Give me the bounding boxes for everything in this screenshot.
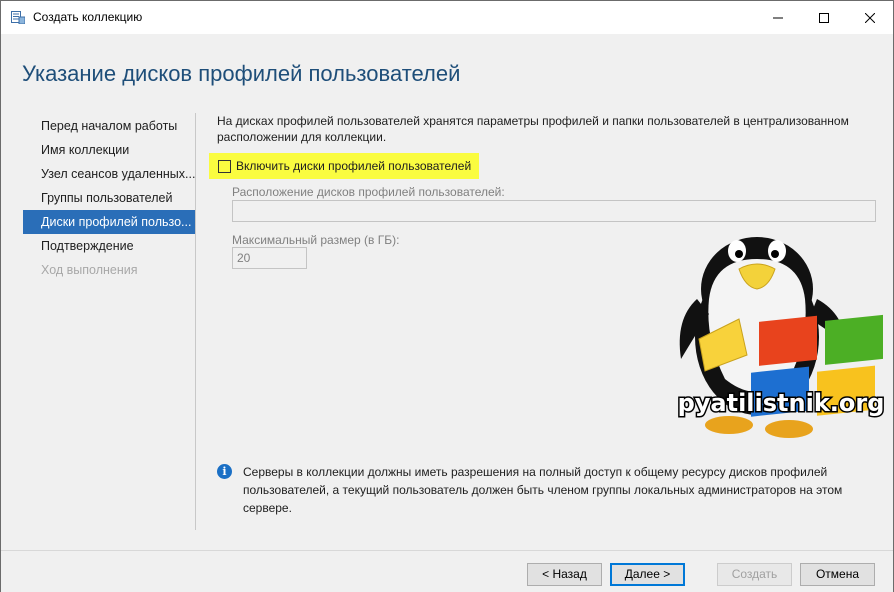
- sidebar-item-user-groups[interactable]: Группы пользователей: [23, 186, 195, 210]
- max-size-input[interactable]: 20: [232, 247, 307, 269]
- close-icon: [865, 12, 875, 23]
- cancel-button[interactable]: Отмена: [800, 563, 875, 586]
- collection-app-icon: [11, 11, 26, 25]
- sidebar-item-confirmation[interactable]: Подтверждение: [23, 234, 195, 258]
- max-size-label: Максимальный размер (в ГБ):: [232, 233, 400, 247]
- info-message: Серверы в коллекции должны иметь разреше…: [243, 465, 843, 515]
- back-button[interactable]: < Назад: [527, 563, 602, 586]
- content-panel: На дисках профилей пользователей хранятс…: [209, 113, 877, 269]
- sidebar-item-before-you-begin[interactable]: Перед началом работы: [23, 114, 195, 138]
- sidebar-item-user-profile-disks[interactable]: Диски профилей пользо...: [23, 210, 195, 234]
- minimize-button[interactable]: [755, 1, 801, 34]
- maximize-button[interactable]: [801, 1, 847, 34]
- next-button[interactable]: Далее >: [610, 563, 685, 586]
- sidebar-item-progress: Ход выполнения: [41, 263, 138, 277]
- description-text: На дисках профилей пользователей хранятс…: [217, 114, 849, 144]
- close-button[interactable]: [847, 1, 893, 34]
- maximize-icon: [819, 12, 829, 23]
- sidebar-item-session-host[interactable]: Узел сеансов удаленных...: [23, 162, 195, 186]
- pyatilistnik-watermark-logo: pyatilistnik.org: [676, 237, 886, 438]
- create-collection-window: Создать коллекцию Указание дисков профил…: [0, 0, 894, 592]
- watermark-text: pyatilistnik.org: [678, 389, 885, 417]
- window-title: Создать коллекцию: [33, 10, 143, 24]
- enable-profile-disks-checkbox[interactable]: [218, 160, 231, 173]
- location-label: Расположение дисков профилей пользовател…: [232, 185, 505, 199]
- minimize-icon: [773, 17, 783, 18]
- header-area: Указание дисков профилей пользователей: [1, 34, 893, 101]
- page-title: Указание дисков профилей пользователей: [22, 61, 461, 86]
- location-input[interactable]: [232, 200, 876, 222]
- title-bar: Создать коллекцию: [1, 1, 893, 34]
- footer-bar: < Назад Далее > Создать Отмена: [1, 551, 893, 592]
- sidebar-divider: [195, 113, 196, 530]
- enable-profile-disks-label[interactable]: Включить диски профилей пользователей: [236, 159, 471, 173]
- info-icon: i: [217, 464, 232, 479]
- wizard-sidebar: Перед началом работы Имя коллекции Узел …: [23, 114, 195, 282]
- sidebar-item-collection-name[interactable]: Имя коллекции: [23, 138, 195, 162]
- create-button: Создать: [717, 563, 792, 586]
